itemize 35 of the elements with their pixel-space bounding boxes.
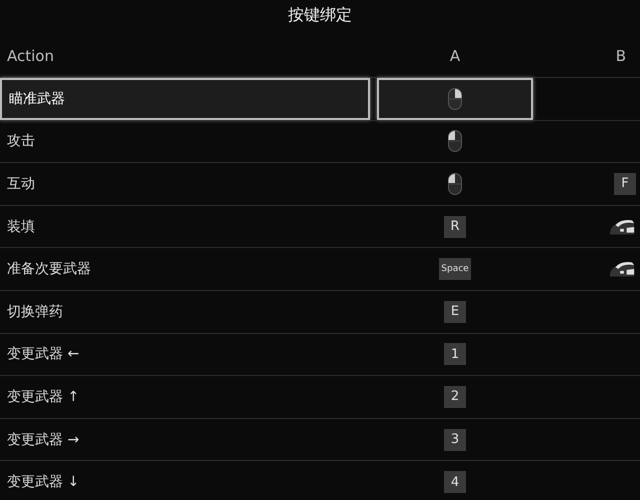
action-label[interactable]: 攻击 [0,120,370,162]
action-label[interactable]: 准备次要武器 [0,248,370,290]
key-badge: R [444,216,466,238]
key-badge: 1 [444,343,466,366]
key-badge: F [614,172,636,195]
mouse-icon [448,86,462,111]
column-header: A [450,47,460,65]
key-badge: 4 [444,471,466,494]
action-label[interactable]: 装填 [0,206,370,248]
action-label[interactable]: 互动 [0,163,370,205]
mouse-icon [448,129,462,154]
binding-cell[interactable]: Space [377,248,533,290]
action-label[interactable]: 瞄准武器 [0,78,370,120]
binding-cell[interactable]: 4 [377,461,533,500]
binding-cell[interactable]: R [377,206,533,248]
action-label[interactable]: 变更武器 → [0,418,370,460]
column-header: B [616,47,627,65]
column-header: Action [6,47,54,65]
mouse-icon [448,172,462,196]
binding-cell[interactable]: E [377,290,533,333]
action-label[interactable]: 变更武器 ↓ [0,461,370,500]
key-badge: 2 [444,386,466,408]
key-badge: Space [439,258,471,280]
binding-cell[interactable]: 2 [377,376,533,418]
action-label[interactable]: 变更武器 ↑ [0,376,370,418]
binding-cell[interactable]: 3 [377,418,533,460]
binding-cell[interactable] [377,78,533,120]
key-badge: E [444,300,466,323]
action-label[interactable]: 切换弹药 [0,290,370,333]
key-badge: 3 [444,428,466,451]
binding-cell[interactable]: 1 [377,334,533,376]
action-label[interactable]: 变更武器 ← [0,334,370,376]
screen-title: 按键绑定 [288,4,352,26]
mouse-icon [608,259,636,280]
binding-cell[interactable]: F [540,163,640,205]
